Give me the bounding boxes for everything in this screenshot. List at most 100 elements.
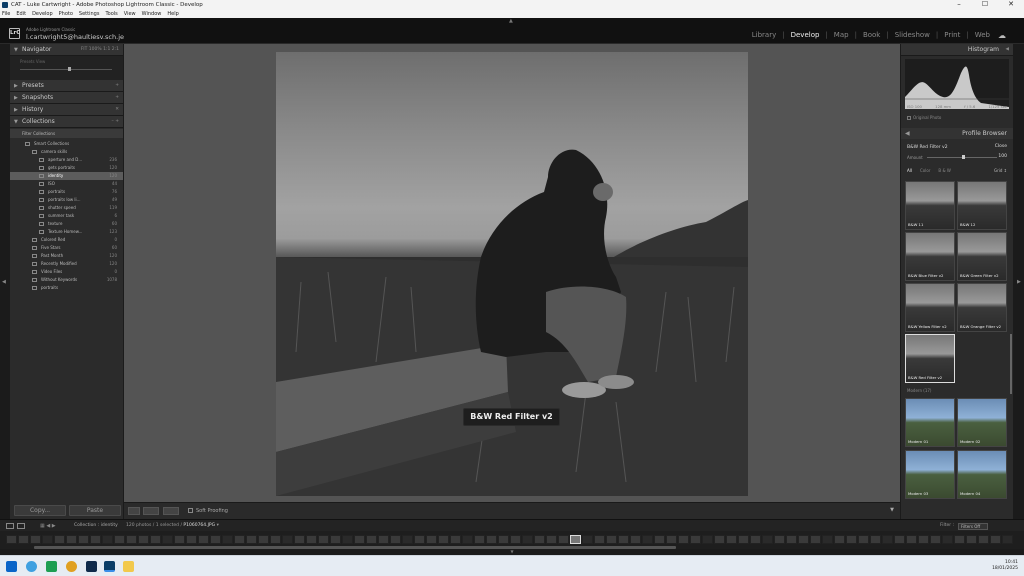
navigator-slider-thumb[interactable] <box>68 67 71 71</box>
add-snapshot-icon[interactable]: + <box>115 92 119 104</box>
before-after-swap-button[interactable] <box>163 507 179 515</box>
main-window-icon[interactable] <box>6 523 14 529</box>
module-web[interactable]: Web <box>975 31 990 40</box>
filmstrip-thumbnail[interactable] <box>714 535 725 544</box>
collection-item[interactable]: Colored Red 0 <box>10 236 123 244</box>
filmstrip-thumbnail[interactable] <box>294 535 305 544</box>
amount-value[interactable]: 100 <box>998 154 1007 159</box>
filmstrip-thumbnail[interactable] <box>42 535 53 544</box>
filmstrip-thumbnail[interactable] <box>978 535 989 544</box>
history-header[interactable]: ▶ History ✕ <box>10 104 123 116</box>
menu-help[interactable]: Help <box>167 11 178 17</box>
navigator-header[interactable]: ▼ Navigator FIT 100% 1:1 2:1 <box>10 44 123 56</box>
filmstrip-thumbnail[interactable] <box>126 535 137 544</box>
filmstrip-thumbnail[interactable] <box>342 535 353 544</box>
filmstrip-thumbnail[interactable] <box>570 535 581 544</box>
profile-thumb-modern03[interactable]: Modern 03 <box>905 450 955 499</box>
profile-thumb-bw-orange[interactable]: B&W Orange Filter v2 <box>957 283 1007 332</box>
filmstrip-thumbnail[interactable] <box>894 535 905 544</box>
amount-slider-thumb[interactable] <box>962 155 965 159</box>
soft-proofing-checkbox[interactable]: Soft Proofing <box>188 507 228 515</box>
filmstrip-thumbnail[interactable] <box>90 535 101 544</box>
filmstrip-thumbnail[interactable] <box>666 535 677 544</box>
profile-thumb-modern01[interactable]: Modern 01 <box>905 398 955 447</box>
collapse-top-panel-icon[interactable]: ▲ <box>509 18 513 24</box>
filmstrip-thumbnail[interactable] <box>786 535 797 544</box>
profile-thumb-bw-blue[interactable]: B&W Blue Filter v2 <box>905 232 955 281</box>
filmstrip-thumbnail[interactable] <box>318 535 329 544</box>
menu-tools[interactable]: Tools <box>105 11 117 17</box>
menu-settings[interactable]: Settings <box>79 11 100 17</box>
collection-item[interactable]: texture 60 <box>10 220 123 228</box>
filmstrip-thumbnail[interactable] <box>594 535 605 544</box>
collection-item[interactable]: Five Stars 60 <box>10 244 123 252</box>
module-develop[interactable]: Develop <box>791 31 820 40</box>
collection-item[interactable]: Without Keywords 1078 <box>10 276 123 284</box>
filmstrip-thumbnail[interactable] <box>1002 535 1013 544</box>
filmstrip-thumbnail[interactable] <box>450 535 461 544</box>
collection-item[interactable]: shutter speed 119 <box>10 204 123 212</box>
histogram-header[interactable]: Histogram ◀ <box>901 44 1013 56</box>
filmstrip-thumbnail[interactable] <box>918 535 929 544</box>
windows-start-icon[interactable] <box>6 561 17 572</box>
original-photo-box[interactable] <box>907 116 911 120</box>
filmstrip-thumbnail[interactable] <box>762 535 773 544</box>
filmstrip-thumbnail[interactable] <box>18 535 29 544</box>
filmstrip-thumbnail[interactable] <box>366 535 377 544</box>
collection-item[interactable]: portraits low li... 49 <box>10 196 123 204</box>
soft-proofing-box[interactable] <box>188 508 193 513</box>
collection-item[interactable]: camera skills <box>10 148 123 156</box>
collection-item[interactable]: portraits <box>10 284 123 292</box>
maximize-button[interactable]: ☐ <box>972 0 998 9</box>
profile-view-mode[interactable]: Grid ↕ <box>994 168 1007 173</box>
filmstrip-thumbnail[interactable] <box>426 535 437 544</box>
module-print[interactable]: Print <box>944 31 960 40</box>
filmstrip-thumbnail[interactable] <box>546 535 557 544</box>
filmstrip-thumbnail[interactable] <box>198 535 209 544</box>
filmstrip-thumbnail[interactable] <box>966 535 977 544</box>
navigator-zoom-options[interactable]: FIT 100% 1:1 2:1 <box>81 44 119 56</box>
module-map[interactable]: Map <box>834 31 849 40</box>
filmstrip-thumbnail[interactable] <box>462 535 473 544</box>
filmstrip-thumbnail[interactable] <box>774 535 785 544</box>
filmstrip-thumbnail[interactable] <box>474 535 485 544</box>
collapse-left-panel-icon[interactable]: ◀ <box>2 279 6 285</box>
filmstrip-thumbnail[interactable] <box>822 535 833 544</box>
file-explorer-icon[interactable] <box>123 561 134 572</box>
collection-item[interactable]: portraits 76 <box>10 188 123 196</box>
filmstrip-thumbnail[interactable] <box>258 535 269 544</box>
profile-thumb-bw-green[interactable]: B&W Green Filter v2 <box>957 232 1007 281</box>
filmstrip-thumbnail[interactable] <box>690 535 701 544</box>
filmstrip-thumbnail[interactable] <box>222 535 233 544</box>
filmstrip-thumbnail[interactable] <box>282 535 293 544</box>
collection-item[interactable]: Past Month 120 <box>10 252 123 260</box>
collection-item[interactable]: Video Files 0 <box>10 268 123 276</box>
minimize-button[interactable]: – <box>946 0 972 9</box>
module-slideshow[interactable]: Slideshow <box>895 31 930 40</box>
profile-thumb-bw11[interactable]: B&W 11 <box>905 181 955 230</box>
original-photo-checkbox[interactable]: Original Photo <box>907 115 941 120</box>
filmstrip-thumbnail[interactable] <box>186 535 197 544</box>
filmstrip-thumbnail[interactable] <box>66 535 77 544</box>
filmstrip-thumbnail[interactable] <box>210 535 221 544</box>
toolbar-menu-icon[interactable]: ▼ <box>890 507 894 513</box>
profile-browser-back-icon[interactable]: ◀ <box>905 128 910 139</box>
menu-view[interactable]: View <box>124 11 136 17</box>
copy-settings-button[interactable]: Copy... <box>14 505 66 516</box>
menu-file[interactable]: File <box>2 11 10 17</box>
clear-history-icon[interactable]: ✕ <box>115 104 119 116</box>
add-collection-icon[interactable]: – + <box>112 116 119 128</box>
collection-item[interactable]: ISO 44 <box>10 180 123 188</box>
profile-thumb-bw-red[interactable]: B&W Red Filter v2 <box>905 334 955 383</box>
edge-browser-icon[interactable] <box>26 561 37 572</box>
histogram[interactable] <box>905 59 1009 109</box>
right-panel-scrollbar[interactable] <box>1010 334 1012 394</box>
filmstrip-thumbnail[interactable] <box>162 535 173 544</box>
filmstrip-thumbnail[interactable] <box>510 535 521 544</box>
filmstrip-thumbnail[interactable] <box>582 535 593 544</box>
filmstrip-thumbnail[interactable] <box>882 535 893 544</box>
profile-filter-bw[interactable]: B & W <box>938 168 950 173</box>
filmstrip-thumbnail[interactable] <box>354 535 365 544</box>
collection-item[interactable]: Recently Modified 120 <box>10 260 123 268</box>
filmstrip-thumbnail[interactable] <box>798 535 809 544</box>
